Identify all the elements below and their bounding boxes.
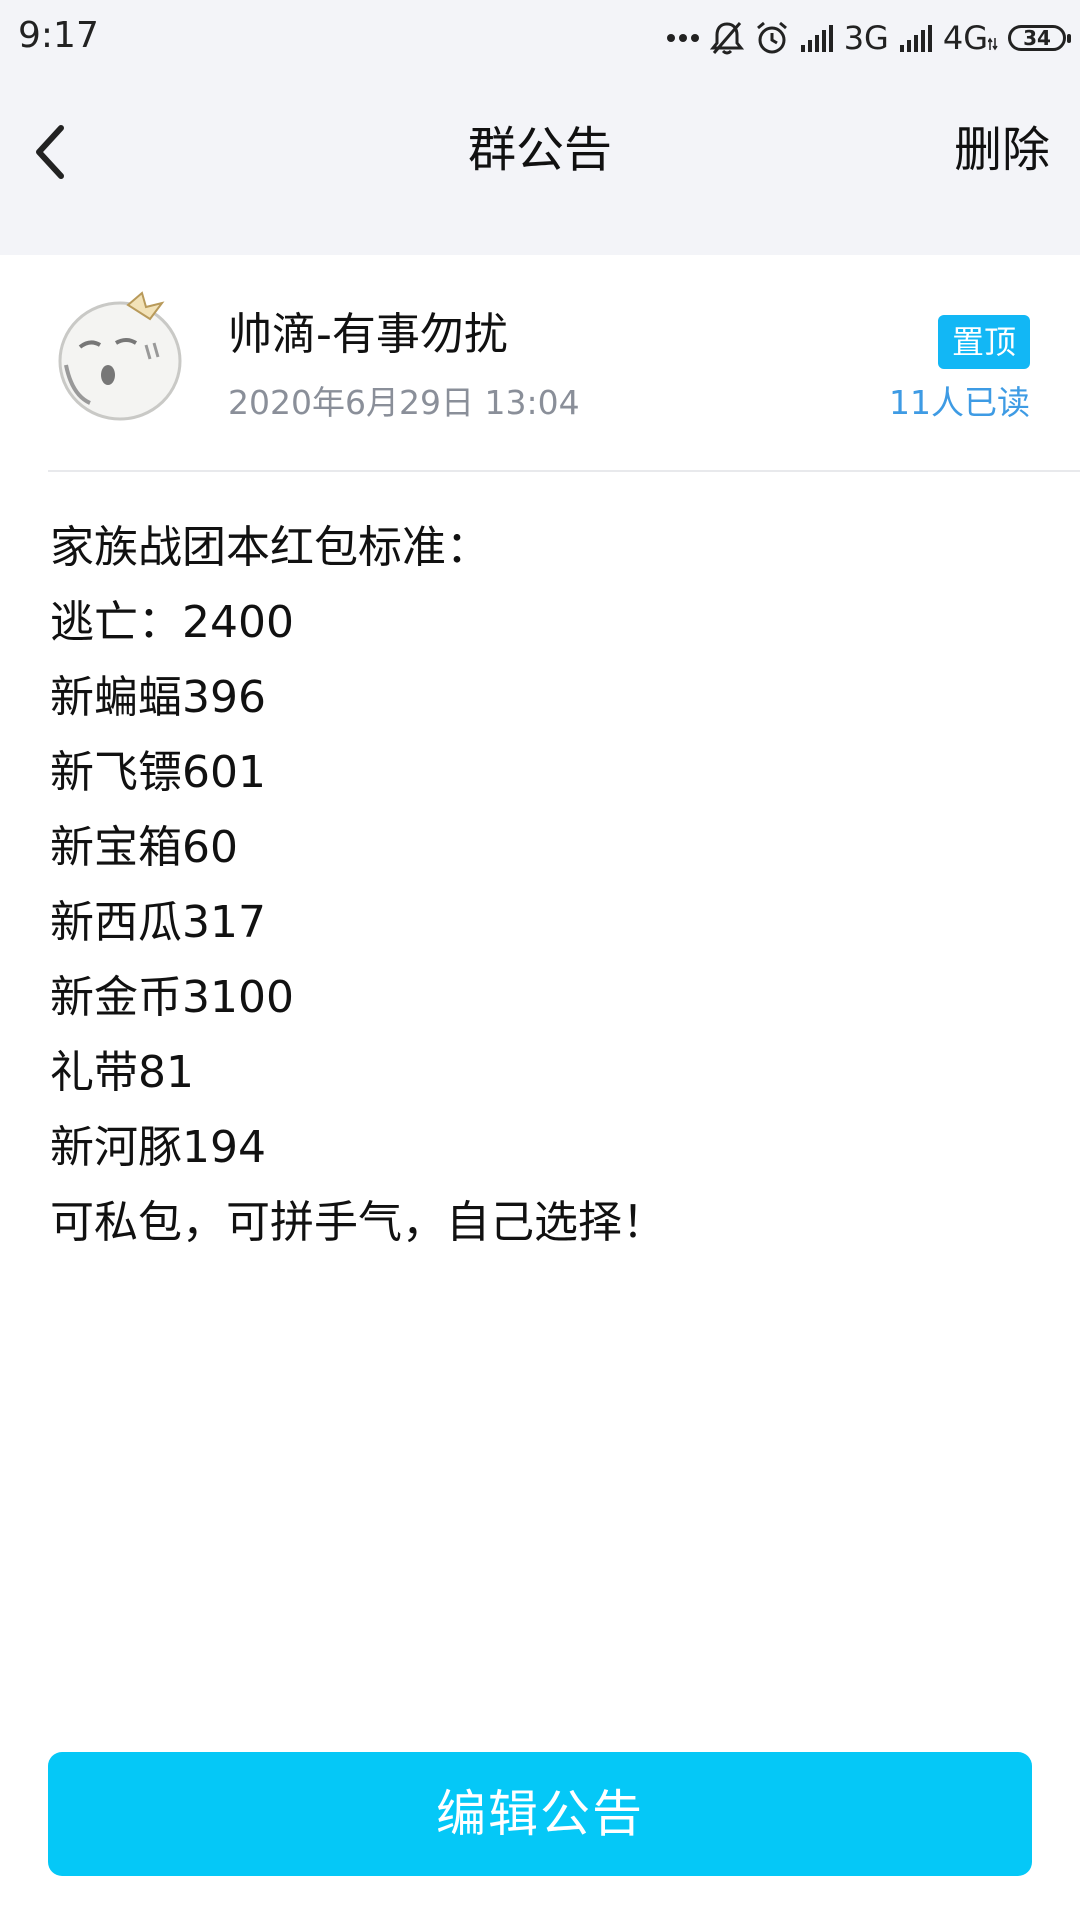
nav-bar: 群公告 删除 — [0, 75, 1080, 255]
signal-icon — [899, 23, 933, 53]
announcement-screen: 9:17 3G 4G 34 群公告 删除 帅滴-有事勿扰 2020年6月29日 … — [0, 0, 1080, 1920]
page-title: 群公告 — [467, 122, 612, 178]
content-line: 逃亡：2400 — [50, 597, 294, 648]
signal-icon — [800, 23, 834, 53]
content-line: 新西瓜317 — [50, 897, 266, 948]
status-bar: 9:17 3G 4G 34 — [0, 0, 1080, 75]
more-dots-icon — [666, 32, 700, 44]
cartoon-avatar-icon — [58, 291, 182, 421]
content-line: 可私包，可拼手气，自己选择！ — [50, 1197, 666, 1248]
announcement-body: 家族战团本红包标准： 逃亡：2400 新蝙蝠396 新飞镖601 新宝箱60 新… — [50, 510, 1030, 1260]
avatar[interactable] — [50, 285, 190, 425]
content-line: 家族战团本红包标准： — [50, 522, 490, 573]
data-arrows-icon — [988, 37, 998, 51]
pinned-badge: 置顶 — [937, 315, 1030, 369]
content-line: 新金币3100 — [50, 972, 294, 1023]
status-icons: 3G 4G 34 — [666, 14, 1071, 62]
author-name: 帅滴-有事勿扰 — [228, 309, 508, 360]
delete-button[interactable]: 删除 — [954, 115, 1050, 185]
content-line: 新宝箱60 — [50, 822, 238, 873]
divider — [48, 470, 1080, 472]
network-3g-label: 3G — [843, 19, 889, 57]
edit-announcement-button[interactable]: 编辑公告 — [48, 1752, 1032, 1876]
content-line: 新河豚194 — [50, 1122, 266, 1173]
muted-bell-icon — [709, 20, 744, 56]
post-date: 2020年6月29日 13:04 — [228, 383, 580, 422]
alarm-icon — [754, 20, 790, 56]
battery-icon: 34 — [1008, 25, 1071, 51]
network-4g-group: 4G — [943, 18, 998, 58]
author-header: 帅滴-有事勿扰 2020年6月29日 13:04 置顶 11人已读 — [0, 255, 1080, 470]
content-line: 新蝙蝠396 — [50, 672, 266, 723]
content-line: 礼带81 — [50, 1047, 194, 1098]
content-line: 新飞镖601 — [50, 747, 266, 798]
status-time: 9:17 — [18, 15, 99, 56]
network-4g-label: 4G — [942, 19, 988, 57]
read-count-link[interactable]: 11人已读 — [889, 379, 1030, 427]
